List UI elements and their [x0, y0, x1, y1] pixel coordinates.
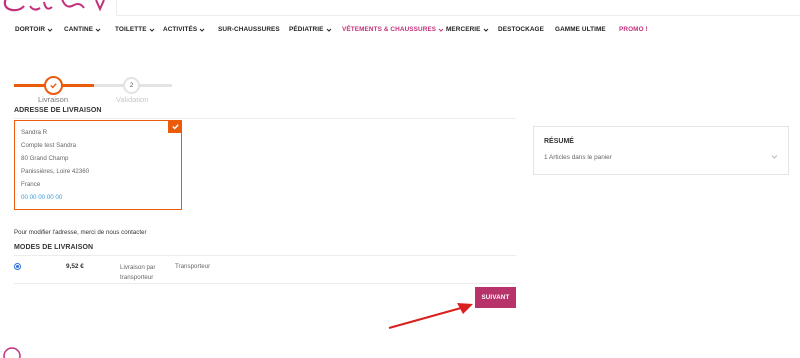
- nav-item-vetements-chaussures[interactable]: VÊTEMENTS & CHAUSSURES: [342, 26, 444, 33]
- main-nav: DORTOIR CANTINE TOILETTE ACTIVITÉS SUR-C…: [0, 26, 800, 42]
- modify-address-note: Pour modifier l'adresse, merci de nous c…: [14, 229, 147, 236]
- check-icon: [171, 124, 179, 130]
- nav-item-dortoir[interactable]: DORTOIR: [15, 26, 53, 33]
- nav-item-activites[interactable]: ACTIVITÉS: [163, 26, 205, 33]
- nav-item-cantine[interactable]: CANTINE: [64, 26, 101, 33]
- nav-item-sur-chaussures[interactable]: SUR-CHAUSSURES: [218, 26, 280, 33]
- delivery-method: Livraison par transporteur: [120, 264, 156, 281]
- address-card[interactable]: Sandra R Compte test Sandra 80 Grand Cha…: [14, 120, 182, 210]
- caret-down-icon[interactable]: [771, 153, 778, 160]
- nav-label: GAMME ULTIME: [555, 26, 606, 33]
- step-label-livraison: Livraison: [38, 95, 69, 104]
- nav-item-gamme-ultime[interactable]: GAMME ULTIME: [555, 26, 606, 33]
- delivery-radio[interactable]: [14, 263, 21, 270]
- chevron-down-icon: [483, 28, 488, 32]
- header-search-area: [116, 0, 800, 16]
- nav-item-toilette[interactable]: TOILETTE: [115, 26, 155, 33]
- shipping-address-title: ADRESSE DE LIVRAISON: [14, 107, 102, 114]
- nav-label: PROMO !: [619, 26, 648, 33]
- divider: [14, 255, 516, 256]
- nav-label: CANTINE: [64, 26, 94, 33]
- nav-label: VÊTEMENTS & CHAUSSURES: [342, 26, 437, 33]
- checkout-stepper: 2 Livraison Validation: [0, 70, 200, 110]
- address-phone[interactable]: 00 00 00 00 00: [21, 194, 62, 201]
- nav-label: PÉDIATRIE: [289, 26, 324, 33]
- nav-item-mercerie[interactable]: MERCERIE: [446, 26, 489, 33]
- chevron-down-icon: [199, 28, 205, 32]
- address-street: 80 Grand Champ: [21, 155, 69, 162]
- divider: [14, 283, 516, 284]
- annotation-arrow-icon: [388, 303, 473, 330]
- chevron-down-icon: [47, 28, 53, 32]
- next-button[interactable]: SUIVANT: [475, 287, 516, 308]
- nav-item-promo[interactable]: PROMO !: [619, 26, 648, 33]
- summary-title: RÉSUMÉ: [544, 138, 574, 145]
- chevron-down-icon: [326, 28, 331, 32]
- address-country: France: [21, 181, 41, 188]
- address-name: Sandra R: [21, 129, 48, 136]
- delivery-modes-title: MODES DE LIVRAISON: [14, 244, 94, 251]
- delivery-price: 9,52 €: [66, 263, 84, 270]
- chevron-down-icon: [149, 28, 154, 32]
- nav-label: TOILETTE: [115, 26, 147, 33]
- nav-label: SUR-CHAUSSURES: [218, 26, 280, 33]
- summary-items-count[interactable]: 1 Articles dans le panier: [544, 154, 612, 161]
- nav-label: DESTOCKAGE: [498, 26, 544, 33]
- check-icon: [50, 83, 57, 89]
- step-label-validation: Validation: [116, 95, 149, 104]
- nav-label: ACTIVITÉS: [163, 26, 198, 33]
- delivery-carrier: Transporteur: [175, 263, 211, 270]
- delivery-option[interactable]: 9,52 € Livraison par transporteur Transp…: [14, 262, 516, 284]
- step-livraison[interactable]: [44, 76, 63, 95]
- nav-label: MERCERIE: [446, 26, 481, 33]
- order-summary: RÉSUMÉ 1 Articles dans le panier: [533, 126, 789, 175]
- nav-label: DORTOIR: [15, 26, 46, 33]
- footer-logo-icon: [3, 347, 21, 358]
- address-company: Compte test Sandra: [21, 142, 77, 149]
- nav-item-pediatrie[interactable]: PÉDIATRIE: [289, 26, 332, 33]
- step-validation: 2: [123, 77, 140, 94]
- divider: [14, 118, 516, 119]
- brand-logo[interactable]: [0, 0, 110, 18]
- address-city: Panissières, Loire 42360: [21, 168, 90, 175]
- selected-checkmark: [168, 120, 182, 133]
- chevron-down-icon: [438, 28, 444, 32]
- nav-item-destockage[interactable]: DESTOCKAGE: [498, 26, 544, 33]
- chevron-down-icon: [95, 28, 101, 32]
